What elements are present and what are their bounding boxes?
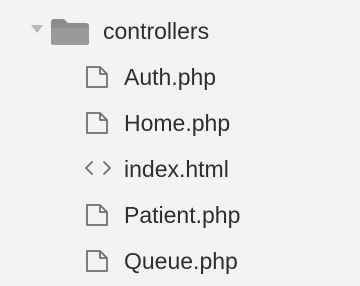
tree-file-item[interactable]: index.html [0, 148, 360, 190]
file-label: Auth.php [124, 64, 217, 90]
file-icon [86, 112, 108, 134]
tree-file-item[interactable]: Auth.php [0, 56, 360, 98]
tree-file-item[interactable]: Home.php [0, 102, 360, 144]
folder-icon [51, 19, 89, 45]
file-label: Patient.php [124, 202, 241, 228]
folder-label: controllers [103, 18, 210, 44]
file-icon [86, 204, 108, 226]
file-label: Home.php [124, 110, 231, 136]
tree-file-item[interactable]: Patient.php [0, 194, 360, 236]
file-icon [86, 66, 108, 88]
file-label: Queue.php [124, 248, 238, 274]
chevron-down-icon[interactable] [31, 25, 43, 34]
file-label: index.html [124, 156, 229, 182]
tree-folder-controllers[interactable]: controllers [0, 10, 360, 52]
code-icon [85, 161, 111, 175]
tree-file-item[interactable]: Queue.php [0, 240, 360, 282]
file-icon [86, 250, 108, 272]
file-tree: controllers Auth.php Home.php index.html… [0, 0, 360, 286]
